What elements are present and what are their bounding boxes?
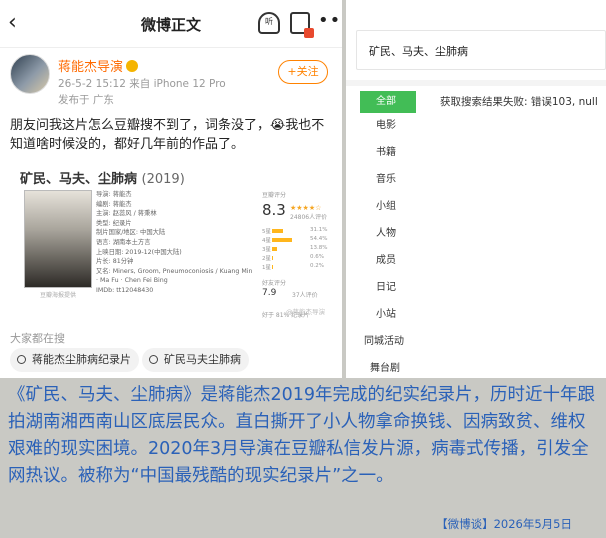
rating-bar-fill	[272, 265, 273, 269]
card-title: 矿民、马夫、尘肺病 (2019)	[20, 168, 185, 187]
info-line: 主演: 赵蕊风 / 蒋秉林	[96, 210, 157, 218]
nav-item-member[interactable]: 成员	[360, 250, 416, 272]
verified-badge-icon	[126, 60, 139, 72]
info-line: 导演: 蒋能杰	[96, 191, 132, 198]
rating-bar-fill	[272, 256, 273, 260]
search-icon	[17, 355, 26, 364]
douban-card-image[interactable]: 矿民、马夫、尘肺病 (2019) 豆瓣海报提供 导演: 蒋能杰 编剧: 蒋能杰 …	[14, 160, 336, 320]
rating-bar-pct: 0.6%	[310, 254, 324, 260]
footer: 【微博谈】2026年5月5日	[0, 514, 606, 538]
rating-bar-fill	[272, 247, 277, 251]
card-year: (2019)	[141, 172, 185, 187]
rating-bar-fill	[272, 229, 283, 233]
weibo-topbar: ‹ 微博正文 听 •••	[0, 0, 342, 48]
rating-bar-pct: 31.1%	[310, 227, 328, 233]
rating-bar-row: 1星 0.2%	[262, 262, 334, 271]
nav-item-person[interactable]: 人物	[360, 223, 416, 245]
friend-rating-count: 37人评价	[292, 292, 318, 299]
post-author: 蒋能杰导演 26-5-2 15:12 来自 iPhone 12 Pro 发布于 …	[10, 54, 340, 110]
rating-bar-row: 5星 31.1%	[262, 226, 334, 235]
rating-bar-pct: 0.2%	[310, 263, 324, 269]
divider	[346, 80, 606, 86]
poster-caption: 豆瓣海报提供	[39, 292, 76, 299]
movie-info: 导演: 蒋能杰 编剧: 蒋能杰 主演: 赵蕊风 / 蒋秉林 类型: 纪录片 制片…	[96, 190, 256, 296]
info-line: 类型: 纪录片	[96, 219, 132, 227]
image-watermark: @蒋能杰导演	[286, 308, 325, 316]
rating-bar-row: 3星 13.8%	[262, 244, 334, 253]
error-message: 获取搜索结果失败: 错误103, null	[440, 96, 598, 108]
headphone-icon[interactable]: 听	[258, 12, 280, 34]
search-chip[interactable]: 蒋能杰尘肺病纪录片	[10, 348, 139, 372]
rating-label: 豆瓣评分	[262, 192, 287, 199]
search-chip-label: 矿民马夫尘肺病	[164, 353, 241, 366]
rating-bar-label: 1星	[262, 265, 271, 271]
rating-votes: 24806人评价	[290, 214, 328, 221]
nav-item-all[interactable]: 全部	[360, 91, 416, 113]
info-line: 上映日期: 2019-12(中国大陆)	[96, 248, 182, 256]
rating-stars: ★★★★☆	[290, 204, 322, 212]
info-line: 编剧: 蒋能杰	[96, 200, 132, 208]
nav-item-movie[interactable]: 电影	[360, 115, 416, 137]
follow-button[interactable]: +关注	[278, 60, 328, 84]
rating-block: 豆瓣评分 8.3 ★★★★☆ 24806人评价 5星 31.1% 4星 54.4% …	[262, 190, 334, 319]
rating-distribution: 5星 31.1% 4星 54.4% 3星 13.8% 2星 0.6% 1星 0.2%	[262, 226, 334, 271]
search-query: 矿民、马夫、尘肺病	[369, 45, 468, 58]
rating-bar-label: 4星	[262, 238, 271, 244]
rating-bar-fill	[272, 238, 292, 242]
weibo-panel: ‹ 微博正文 听 ••• 蒋能杰导演 26-5-2 15:12 来自 iPhon…	[0, 0, 342, 378]
share-icon[interactable]	[290, 12, 314, 38]
rating-bar-pct: 13.8%	[310, 245, 328, 251]
movie-poster	[24, 190, 92, 288]
footer-text: 【微博谈】2026年5月5日	[436, 517, 572, 531]
nav-item-site[interactable]: 小站	[360, 304, 416, 326]
nav-item-diary[interactable]: 日记	[360, 277, 416, 299]
friend-rating-label: 好友评分	[262, 280, 287, 287]
search-chip-label: 蒋能杰尘肺病纪录片	[32, 353, 131, 366]
nav-item-group[interactable]: 小组	[360, 196, 416, 218]
nav-item-events[interactable]: 同城活动	[360, 331, 416, 353]
card-title-text: 矿民、马夫、尘肺病	[20, 172, 138, 187]
info-line: IMDb: tt12048430	[96, 286, 154, 294]
info-line: 片长: 81分钟	[96, 258, 134, 266]
rating-bar-row: 2星 0.6%	[262, 253, 334, 262]
friend-rating-score: 7.9	[262, 288, 277, 298]
nav-item-music[interactable]: 音乐	[360, 169, 416, 191]
rating-bar-label: 2星	[262, 256, 271, 262]
trending-search-label: 大家都在搜	[10, 332, 65, 345]
username[interactable]: 蒋能杰导演	[58, 60, 123, 75]
nav-item-drama[interactable]: 舞台剧	[360, 358, 416, 378]
username-line[interactable]: 蒋能杰导演	[58, 56, 139, 75]
info-line: 制片国家/地区: 中国大陆	[96, 229, 166, 237]
search-chip[interactable]: 矿民马夫尘肺病	[142, 348, 249, 372]
more-icon[interactable]: •••	[318, 10, 342, 31]
rating-bar-label: 3星	[262, 247, 271, 253]
search-input[interactable]: 矿民、马夫、尘肺病	[356, 30, 606, 70]
post-text: 朋友问我这片怎么豆瓣搜不到了，词条没了，😭我也不知道啥时候没的，都好几年前的作品…	[10, 118, 325, 152]
rating-bar-pct: 54.4%	[310, 236, 328, 242]
info-line: 又名: Miners, Groom, Pneumoconiosis / Kuan…	[96, 267, 253, 285]
screenshot-root: ‹ 微博正文 听 ••• 蒋能杰导演 26-5-2 15:12 来自 iPhon…	[0, 0, 606, 538]
douban-panel: 矿民、马夫、尘肺病 全部 电影 书籍 音乐 小组 人物 成员 日记 小站 同城活…	[346, 0, 606, 378]
nav-item-book[interactable]: 书籍	[360, 142, 416, 164]
post-location: 发布于 广东	[58, 94, 114, 106]
search-icon	[149, 355, 158, 364]
info-line: 语言: 湖南本土方言	[96, 238, 151, 246]
rating-bar-row: 4星 54.4%	[262, 235, 334, 244]
caption-text: 《矿民、马夫、尘肺病》是蒋能杰2019年完成的纪实纪录片，历时近十年跟拍湖南湘西…	[0, 378, 606, 514]
avatar[interactable]	[10, 54, 50, 94]
rating-bar-label: 5星	[262, 229, 271, 235]
post-meta: 26-5-2 15:12 来自 iPhone 12 Pro	[58, 78, 226, 90]
